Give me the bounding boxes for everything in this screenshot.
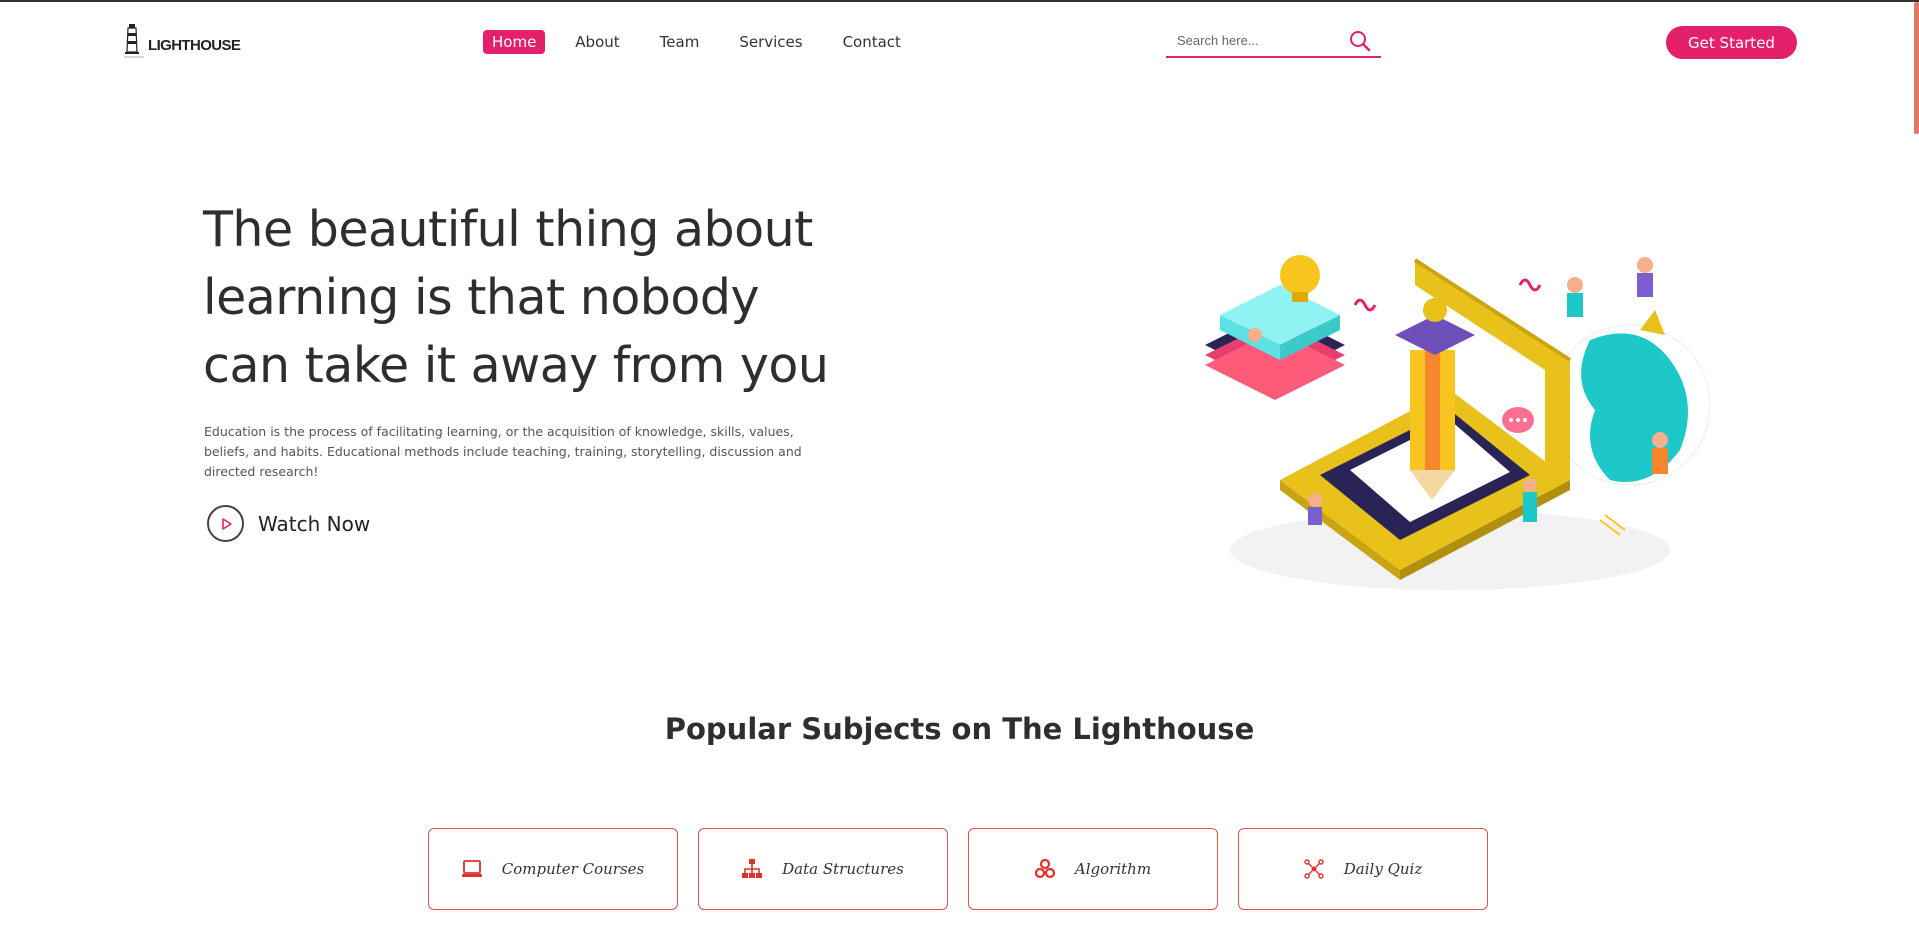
subject-cards: Computer Courses Data Structures Algorit…: [428, 828, 1508, 910]
network-icon: [1304, 859, 1324, 879]
cogs-icon: [1034, 859, 1055, 879]
subject-card-daily-quiz[interactable]: Daily Quiz: [1238, 828, 1488, 910]
nav-about[interactable]: About: [575, 30, 619, 54]
subject-card-computer-courses[interactable]: Computer Courses: [428, 828, 678, 910]
subjects-title: Popular Subjects on The Lighthouse: [664, 712, 1255, 746]
logo-text: LIGHTHOUSE: [148, 37, 241, 54]
subject-label: Daily Quiz: [1343, 860, 1423, 878]
hero-description: Education is the process of facilitating…: [204, 424, 802, 479]
main-nav: Home About Team Services Contact: [483, 30, 941, 54]
education-illustration: [1205, 255, 1711, 590]
hero-title: The beautiful thing about learning is th…: [203, 201, 829, 394]
search-input[interactable]: [1166, 32, 1336, 48]
nav-services[interactable]: Services: [739, 30, 802, 54]
get-started-button[interactable]: Get Started: [1666, 26, 1797, 59]
subject-card-algorithm[interactable]: Algorithm: [968, 828, 1218, 910]
nav-team[interactable]: Team: [660, 30, 700, 54]
laptop-icon: [461, 859, 482, 879]
subject-label: Algorithm: [1074, 860, 1152, 878]
nav-home[interactable]: Home: [483, 30, 546, 54]
subject-label: Computer Courses: [501, 860, 645, 878]
lighthouse-icon: [124, 24, 144, 58]
play-icon: [207, 505, 244, 542]
watch-now-button[interactable]: Watch Now: [207, 505, 370, 542]
logo[interactable]: LIGHTHOUSE: [122, 20, 241, 60]
top-border: [0, 0, 1919, 2]
scrollbar-thumb[interactable]: [1914, 2, 1919, 134]
subject-label: Data Structures: [782, 860, 904, 878]
search-icon[interactable]: [1349, 30, 1371, 52]
sitemap-icon: [742, 859, 763, 879]
subject-card-data-structures[interactable]: Data Structures: [698, 828, 948, 910]
search-bar: [1166, 24, 1381, 58]
nav-contact[interactable]: Contact: [843, 30, 901, 54]
watch-now-label: Watch Now: [258, 511, 371, 536]
